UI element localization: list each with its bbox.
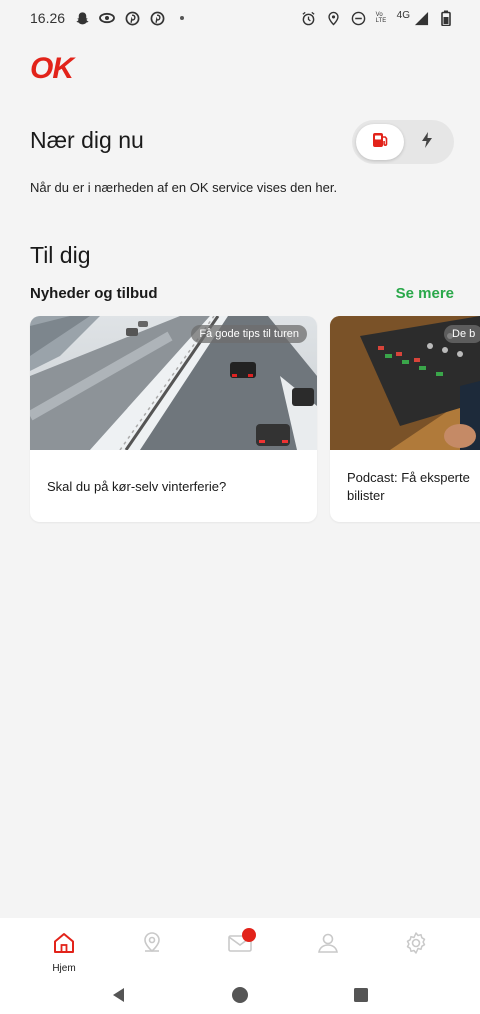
map-pin-icon (139, 930, 165, 961)
home-icon (51, 930, 77, 961)
eye-icon (99, 10, 115, 26)
bottom-nav: Hjem (0, 918, 480, 980)
toggle-charging-option[interactable] (416, 131, 438, 154)
ok-logo: OK (30, 52, 74, 85)
nav-settings[interactable] (388, 918, 444, 961)
nav-map[interactable] (124, 918, 180, 961)
nav-home-label: Hjem (52, 963, 76, 974)
see-more-link[interactable]: Se mere (396, 285, 454, 302)
user-icon (315, 930, 341, 961)
notification-badge (242, 928, 256, 942)
status-time: 16.26 (30, 10, 66, 26)
station-type-toggle[interactable] (352, 120, 454, 164)
news-card-tag: De b (444, 325, 480, 343)
news-card-title: Skal du på kør-selv vinterferie? (47, 479, 227, 494)
volte-icon: Vo LTE (375, 12, 387, 24)
status-bar: 16.26 Vo LTE 4G (0, 0, 480, 36)
location-icon (326, 10, 342, 26)
near-description: Når du er i nærheden af en OK service vi… (30, 180, 338, 195)
recents-icon[interactable] (353, 987, 369, 1008)
system-nav-bar (0, 980, 480, 1014)
snapchat-icon (74, 10, 90, 26)
signal-icon (413, 10, 429, 26)
news-card-2[interactable]: De b Podcast: Få eksperte bilister (330, 316, 480, 522)
news-card-tag: Få gode tips til turen (191, 325, 307, 343)
pinterest-icon (124, 10, 140, 26)
status-left: 16.26 (30, 10, 190, 26)
news-card[interactable]: Få gode tips til turen Skal du på kør-se… (30, 316, 317, 522)
home-circle-icon[interactable] (231, 986, 249, 1009)
status-right: Vo LTE 4G (301, 10, 454, 26)
gear-icon (403, 930, 429, 961)
battery-icon (438, 10, 454, 26)
news-card-title: Podcast: Få eksperte bilister (347, 469, 480, 505)
fuel-pump-icon (370, 130, 390, 155)
network-type: 4G (396, 9, 410, 21)
pinterest-icon-2 (149, 10, 165, 26)
news-card-title-line1: Podcast: Få eksperte (347, 470, 470, 485)
dot-icon (174, 10, 190, 26)
alarm-icon (301, 10, 317, 26)
news-card-image: Få gode tips til turen (30, 316, 317, 450)
news-card-image: De b (330, 316, 480, 450)
near-title: Nær dig nu (30, 127, 144, 153)
for-you-title: Til dig (30, 242, 91, 268)
nav-profile[interactable] (300, 918, 356, 961)
toggle-fuel-option[interactable] (356, 124, 404, 160)
news-card-title-line2: bilister (347, 488, 385, 503)
nav-messages[interactable] (212, 918, 268, 961)
back-icon[interactable] (111, 987, 127, 1008)
do-not-disturb-icon (351, 10, 367, 26)
nav-home[interactable]: Hjem (36, 918, 92, 974)
lightning-icon (420, 131, 434, 154)
news-heading: Nyheder og tilbud (30, 285, 158, 302)
